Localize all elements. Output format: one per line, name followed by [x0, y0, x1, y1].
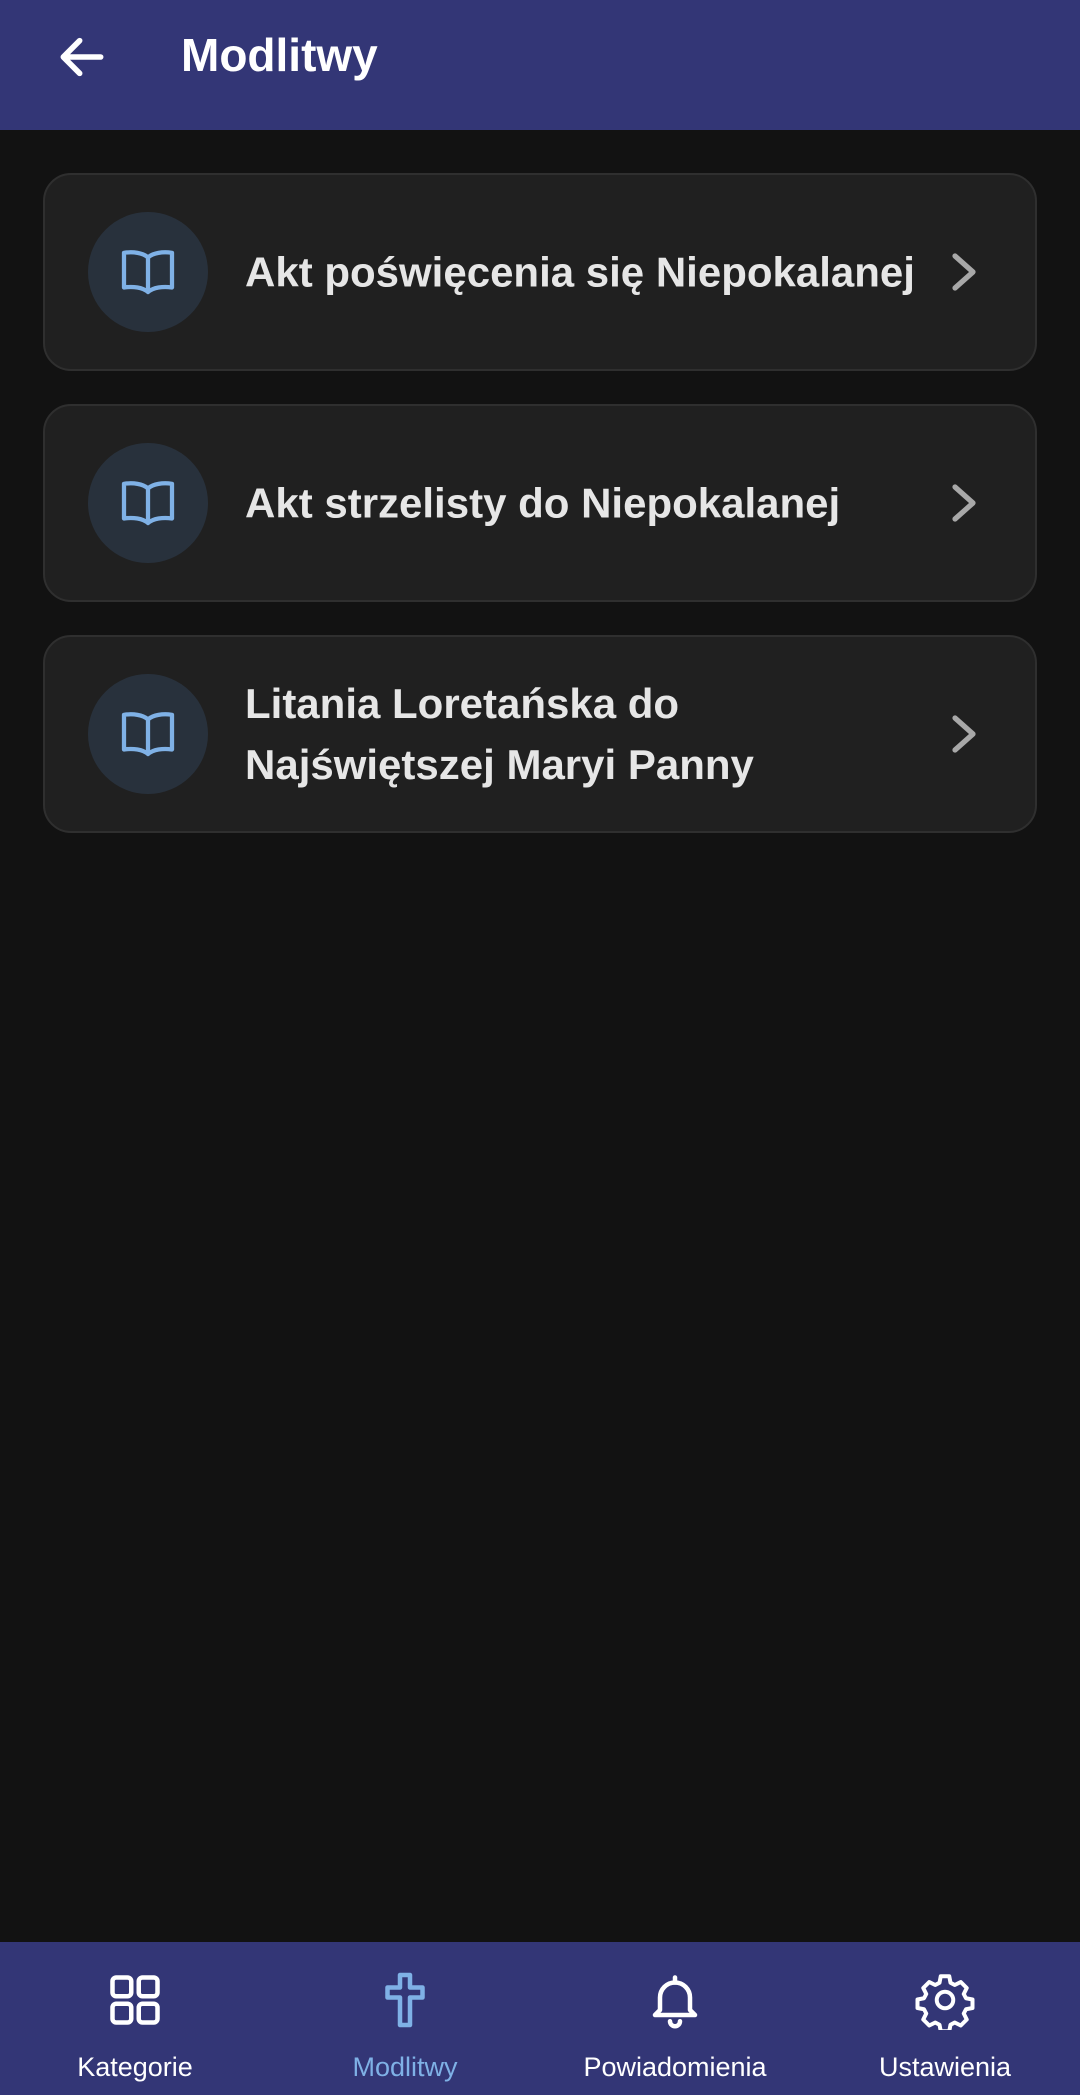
gear-icon — [913, 1968, 977, 2032]
bell-icon — [643, 1968, 707, 2032]
book-open-icon — [121, 250, 175, 295]
prayer-item-label: Akt poświęcenia się Niepokalanej — [245, 248, 915, 296]
prayer-item-akt-poswiecenia[interactable]: Akt poświęcenia się Niepokalanej — [43, 173, 1037, 371]
bottom-navigation: Kategorie Modlitwy Powiadomienia Ustawie… — [0, 1942, 1080, 2095]
nav-item-kategorie[interactable]: Kategorie — [0, 1942, 270, 2095]
app-bar: Modlitwy — [0, 0, 1080, 130]
prayer-item-litania-loretanska[interactable]: Litania Loretańska do Najświętszej Maryi… — [43, 635, 1037, 833]
book-open-icon — [121, 481, 175, 526]
nav-label: Powiadomienia — [583, 2052, 767, 2082]
prayer-icon-circle — [88, 443, 208, 563]
nav-item-modlitwy[interactable]: Modlitwy — [270, 1942, 540, 2095]
grid-icon — [103, 1968, 167, 2032]
nav-label: Ustawienia — [878, 2052, 1012, 2082]
prayer-icon-circle — [88, 212, 208, 332]
chevron-right-icon — [943, 479, 983, 527]
prayer-item-akt-strzelisty[interactable]: Akt strzelisty do Niepokalanej — [43, 404, 1037, 602]
chevron-right-icon — [943, 710, 983, 758]
arrow-left-icon — [60, 37, 104, 77]
prayer-item-label: Litania Loretańska do Najświętszej Maryi… — [245, 680, 754, 788]
page-title: Modlitwy — [181, 29, 378, 81]
nav-item-powiadomienia[interactable]: Powiadomienia — [540, 1942, 810, 2095]
nav-label: Modlitwy — [352, 2052, 458, 2082]
prayer-item-label: Akt strzelisty do Niepokalanej — [245, 479, 841, 527]
nav-item-ustawienia[interactable]: Ustawienia — [810, 1942, 1080, 2095]
back-button[interactable] — [40, 15, 124, 99]
cross-icon — [373, 1968, 437, 2032]
prayer-icon-circle — [88, 674, 208, 794]
nav-label: Kategorie — [77, 2052, 193, 2082]
book-open-icon — [121, 712, 175, 757]
chevron-right-icon — [943, 248, 983, 296]
prayer-list: Akt poświęcenia się Niepokalanej Akt str… — [43, 173, 1037, 866]
